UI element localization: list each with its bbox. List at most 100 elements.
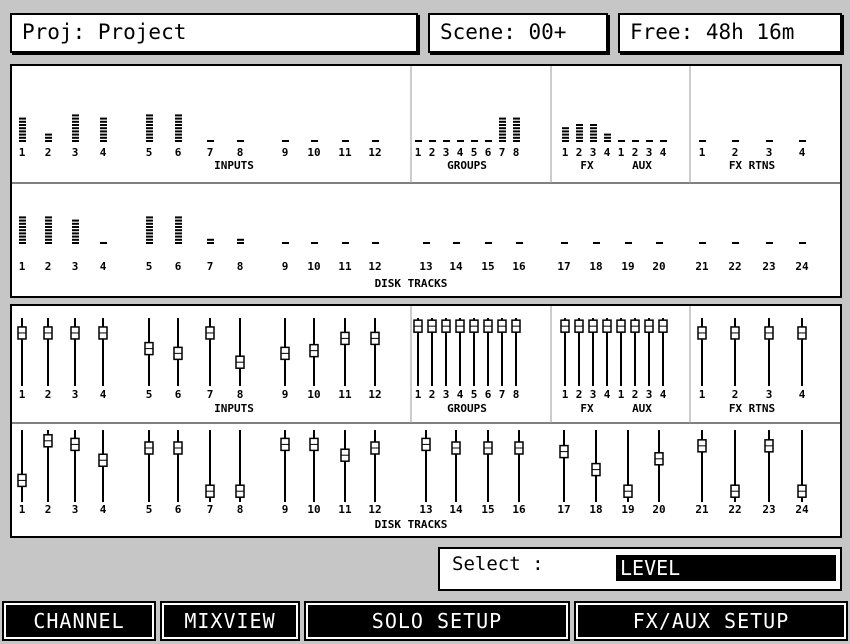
disk-track-fader[interactable] — [370, 430, 380, 502]
groups-fader[interactable] — [511, 318, 521, 386]
disk-track-fader[interactable] — [144, 430, 154, 502]
disk-track-meter — [45, 216, 52, 244]
fx-meter-label: 3 — [590, 146, 597, 159]
inputs-fader[interactable] — [370, 318, 380, 386]
scene-field[interactable]: Scene: 00+ — [428, 13, 608, 53]
disk-track-fader[interactable] — [43, 430, 53, 502]
groups-fader[interactable] — [441, 318, 451, 386]
disk-track-fader[interactable] — [309, 430, 319, 502]
disk-track-fader[interactable] — [514, 430, 524, 502]
disk-track-fader[interactable] — [483, 430, 493, 502]
disk-track-fader[interactable] — [451, 430, 461, 502]
disk-track-fader-label: 8 — [237, 503, 244, 516]
disk-track-fader[interactable] — [591, 430, 601, 502]
groups-fader-label: 6 — [485, 388, 492, 401]
aux-fader[interactable] — [616, 318, 626, 386]
project-name-field[interactable]: Proj: Project — [10, 13, 418, 53]
disk-tracks-title: DISK TRACKS — [375, 277, 448, 290]
groups-fader[interactable] — [413, 318, 423, 386]
inputs-fader[interactable] — [340, 318, 350, 386]
groups-fader-label: 2 — [429, 388, 436, 401]
groups-fader-label: 8 — [513, 388, 520, 401]
disk-track-fader[interactable] — [98, 430, 108, 502]
disk-track-fader[interactable] — [623, 430, 633, 502]
disk-track-fader[interactable] — [70, 430, 80, 502]
disk-track-fader[interactable] — [797, 430, 807, 502]
inputs-fader[interactable] — [280, 318, 290, 386]
groups-fader-label: 3 — [443, 388, 450, 401]
aux-fader[interactable] — [658, 318, 668, 386]
disk-track-fader[interactable] — [697, 430, 707, 502]
groups-fader[interactable] — [497, 318, 507, 386]
channel-button[interactable]: CHANNEL — [2, 601, 156, 641]
groups-fader-label: 4 — [457, 388, 464, 401]
inputs-fader[interactable] — [144, 318, 154, 386]
inputs-meter-label: 8 — [237, 146, 244, 159]
disk-track-meter-label: 16 — [512, 260, 526, 273]
disk-track-fader[interactable] — [764, 430, 774, 502]
inputs-meter — [175, 114, 182, 142]
disk-track-fader-label: 17 — [557, 503, 570, 516]
fx-aux-setup-button[interactable]: FX/AUX SETUP — [574, 601, 848, 641]
inputs-meter-label: 10 — [307, 146, 320, 159]
fx-rtns-fader[interactable] — [730, 318, 740, 386]
disk-track-fader-label: 24 — [795, 503, 809, 516]
aux-fader-label: 4 — [660, 388, 667, 401]
inputs-meter — [146, 114, 153, 142]
inputs-fader[interactable] — [309, 318, 319, 386]
disk-track-meter — [732, 242, 739, 244]
inputs-fader[interactable] — [17, 318, 27, 386]
disk-track-fader[interactable] — [340, 430, 350, 502]
mixview-button[interactable]: MIXVIEW — [160, 601, 300, 641]
fx-fader[interactable] — [602, 318, 612, 386]
disk-track-meter-label: 21 — [695, 260, 709, 273]
groups-fader[interactable] — [469, 318, 479, 386]
inputs-fader-label: 5 — [146, 388, 153, 401]
disk-track-fader[interactable] — [173, 430, 183, 502]
fx-rtns-fader[interactable] — [697, 318, 707, 386]
aux-meter-label: 3 — [646, 146, 653, 159]
groups-meter — [471, 140, 478, 142]
disk-track-fader[interactable] — [205, 430, 215, 502]
fx-rtns-fader-label: 1 — [699, 388, 706, 401]
groups-fader[interactable] — [427, 318, 437, 386]
inputs-fader[interactable] — [205, 318, 215, 386]
inputs-meter — [19, 117, 26, 142]
groups-fader[interactable] — [455, 318, 465, 386]
inputs-meter — [207, 140, 214, 142]
disk-track-meter — [100, 242, 107, 244]
inputs-fader[interactable] — [98, 318, 108, 386]
disk-track-fader[interactable] — [421, 430, 431, 502]
aux-fader[interactable] — [644, 318, 654, 386]
select-value[interactable]: LEVEL — [616, 555, 836, 581]
disk-track-fader[interactable] — [559, 430, 569, 502]
solo-setup-button[interactable]: SOLO SETUP — [304, 601, 570, 641]
inputs-meter-label: 6 — [175, 146, 182, 159]
disk-track-fader[interactable] — [17, 430, 27, 502]
inputs-title: INPUTS — [214, 159, 254, 172]
fx-meter — [576, 124, 583, 142]
inputs-fader[interactable] — [235, 318, 245, 386]
fx-rtns-title: FX RTNS — [729, 402, 775, 415]
inputs-fader[interactable] — [43, 318, 53, 386]
aux-title: AUX — [632, 159, 652, 172]
disk-track-meter-label: 12 — [368, 260, 381, 273]
aux-fader[interactable] — [630, 318, 640, 386]
fx-fader[interactable] — [560, 318, 570, 386]
disk-track-meter-label: 2 — [45, 260, 52, 273]
inputs-fader[interactable] — [70, 318, 80, 386]
groups-meter — [513, 117, 520, 142]
fx-rtns-fader[interactable] — [764, 318, 774, 386]
disk-track-fader-label: 2 — [45, 503, 52, 516]
groups-meter — [429, 140, 436, 142]
inputs-fader[interactable] — [173, 318, 183, 386]
disk-track-fader[interactable] — [280, 430, 290, 502]
select-field[interactable]: Select : LEVEL — [438, 547, 842, 591]
disk-track-fader[interactable] — [730, 430, 740, 502]
groups-fader[interactable] — [483, 318, 493, 386]
fx-fader[interactable] — [588, 318, 598, 386]
fx-fader[interactable] — [574, 318, 584, 386]
disk-track-fader[interactable] — [235, 430, 245, 502]
disk-track-fader[interactable] — [654, 430, 664, 502]
fx-rtns-fader[interactable] — [797, 318, 807, 386]
